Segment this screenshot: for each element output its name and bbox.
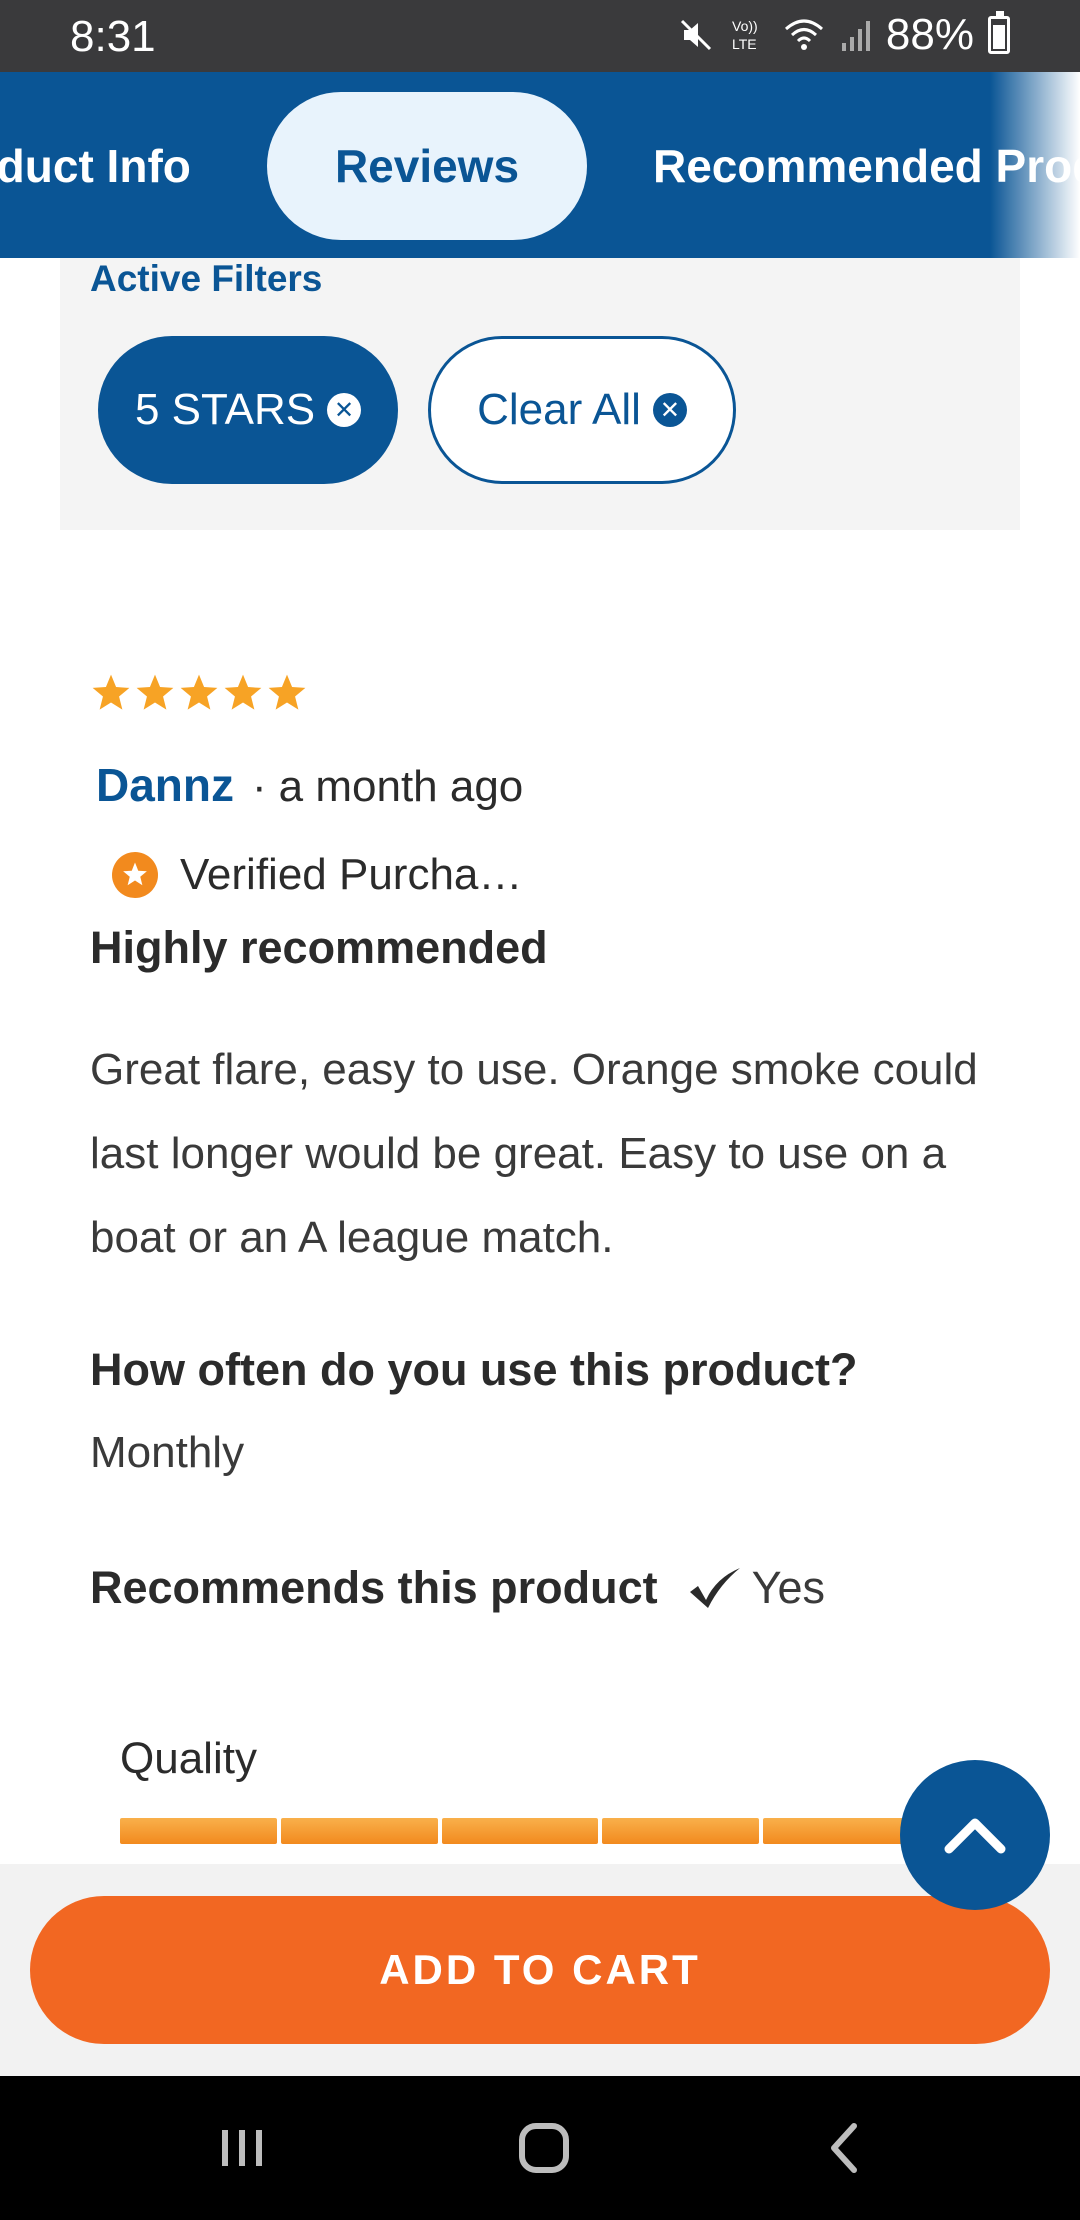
star-icon [180, 674, 218, 710]
star-icon [136, 674, 174, 710]
back-icon[interactable] [816, 2118, 876, 2178]
tab-fade [990, 72, 1080, 258]
reviewer-name[interactable]: Dannz [96, 758, 234, 812]
battery-icon [988, 11, 1010, 54]
check-icon [689, 1568, 740, 1608]
chip-label: 5 STARS [134, 385, 316, 434]
recent-apps-icon[interactable] [212, 2118, 272, 2178]
system-nav-bar [0, 2076, 1080, 2220]
cart-bar: ADD TO CART [0, 1864, 1080, 2076]
mute-icon [680, 19, 711, 51]
status-icons: Vo)) LTE 88% [676, 10, 1010, 60]
add-to-cart-button[interactable]: ADD TO CART [30, 1896, 1050, 2044]
chip-label: Clear All [477, 385, 641, 434]
filters-title: Active Filters [90, 258, 323, 299]
verified-purchase: Verified Purcha… [112, 850, 522, 900]
quality-label: Quality [120, 1734, 257, 1783]
status-bar: 8:31 Vo)) LTE 88% [0, 0, 1080, 72]
quality-segment [441, 1818, 599, 1844]
tab-reviews[interactable]: Reviews [267, 92, 587, 240]
scroll-to-top-button[interactable] [900, 1760, 1050, 1910]
quality-segment [602, 1818, 760, 1844]
wifi-icon [784, 19, 823, 50]
recommends-value: Yes [751, 1562, 825, 1613]
filter-chip-5-stars[interactable]: 5 STARS ✕ [98, 336, 398, 484]
svg-text:LTE: LTE [732, 36, 757, 52]
usage-answer: Monthly [90, 1428, 245, 1477]
reviewer-line: Dannz · a month ago [96, 758, 523, 812]
star-icon [92, 674, 130, 710]
tab-product-info[interactable]: Product Info [0, 92, 191, 240]
separator-dot: · [252, 762, 267, 811]
star-rating [90, 672, 308, 714]
verified-badge-icon [112, 852, 158, 898]
quality-rating-bar [120, 1818, 920, 1844]
home-icon[interactable] [514, 2118, 574, 2178]
star-icon [224, 674, 262, 710]
review-body: Great flare, easy to use. Orange smoke c… [90, 1045, 978, 1262]
recommends-row: Recommends this product Yes [90, 1562, 825, 1614]
tab-bar: Product Info Reviews Recommended Product… [0, 72, 1080, 258]
star-icon [268, 674, 306, 710]
status-time: 8:31 [70, 12, 156, 61]
close-circle-icon: ✕ [327, 393, 362, 427]
svg-text:Vo)): Vo)) [732, 18, 758, 34]
close-circle-icon: ✕ [652, 393, 687, 427]
quality-segment [120, 1818, 277, 1844]
battery-percent: 88% [885, 10, 974, 59]
lte-icon: Vo)) LTE [732, 18, 758, 52]
verified-label: Verified Purcha… [180, 850, 523, 899]
clear-all-button[interactable]: Clear All ✕ [428, 336, 736, 484]
tab-label: Product Info [0, 140, 191, 192]
signal-icon [841, 21, 870, 51]
quality-segment [763, 1818, 920, 1844]
review-title: Highly recommended [90, 922, 548, 973]
quality-segment [280, 1818, 438, 1844]
recommends-label: Recommends this product [90, 1562, 658, 1613]
review-time: a month ago [278, 762, 524, 811]
usage-question: How often do you use this product? [90, 1344, 858, 1395]
active-filters-panel: Active Filters 5 STARS ✕ Clear All ✕ [60, 258, 1020, 530]
chevron-up-icon [944, 1818, 1006, 1854]
